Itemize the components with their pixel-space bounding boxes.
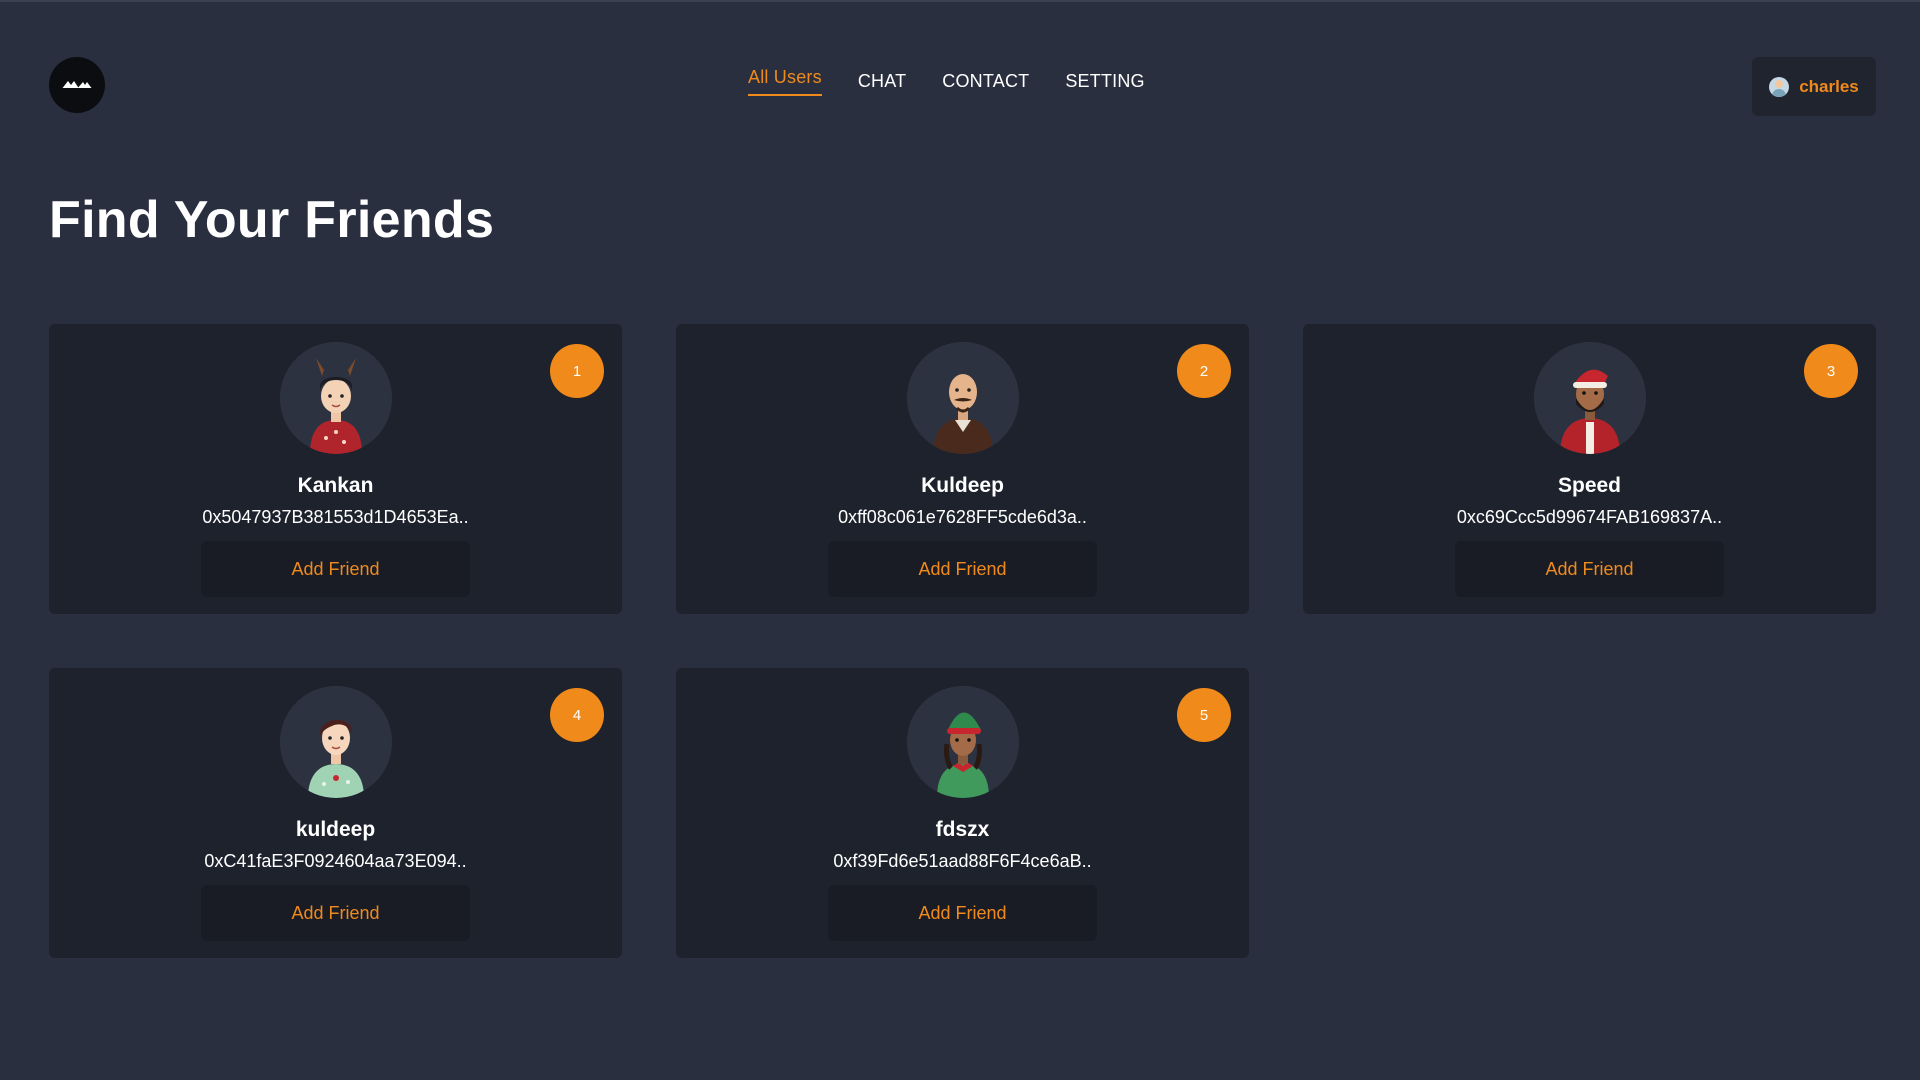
avatar bbox=[280, 342, 392, 454]
add-friend-button[interactable]: Add Friend bbox=[201, 541, 470, 597]
user-name: Kankan bbox=[297, 474, 374, 497]
user-card: 2 Kuldeep 0xff08c061e7628FF5cde6d3a.. Ad… bbox=[676, 324, 1249, 614]
wallet-address: 0xf39Fd6e51aad88F6F4ce6aB.. bbox=[833, 851, 1092, 871]
avatar bbox=[280, 686, 392, 798]
nav-chat[interactable]: CHAT bbox=[858, 70, 906, 100]
wallet-address: 0x5047937B381553d1D4653Ea.. bbox=[202, 507, 469, 527]
wallet-address: 0xC41faE3F0924604aa73E094.. bbox=[204, 851, 467, 871]
add-friend-button[interactable]: Add Friend bbox=[828, 885, 1097, 941]
user-name: charles bbox=[1799, 76, 1859, 96]
nav-setting[interactable]: SETTING bbox=[1065, 70, 1144, 100]
user-card: 1 Kankan 0x5047937B381553d1D4653Ea.. Add… bbox=[49, 324, 622, 614]
add-friend-button[interactable]: Add Friend bbox=[1455, 541, 1724, 597]
page-title: Find Your Friends bbox=[49, 191, 495, 249]
user-name: fdszx bbox=[935, 818, 990, 841]
wallet-address: 0xff08c061e7628FF5cde6d3a.. bbox=[838, 507, 1087, 527]
user-name: Kuldeep bbox=[921, 474, 1004, 497]
avatar bbox=[1534, 342, 1646, 454]
page: All Users CHAT CONTACT SETTING charles F… bbox=[0, 0, 1920, 1080]
rank-badge: 4 bbox=[550, 688, 604, 742]
add-friend-button[interactable]: Add Friend bbox=[201, 885, 470, 941]
elf-hat-avatar-icon bbox=[907, 686, 1019, 798]
bald-mustache-avatar-icon bbox=[907, 342, 1019, 454]
header: All Users CHAT CONTACT SETTING charles bbox=[0, 2, 1920, 172]
rank-badge: 1 bbox=[550, 344, 604, 398]
rank-badge: 2 bbox=[1177, 344, 1231, 398]
add-friend-button[interactable]: Add Friend bbox=[828, 541, 1097, 597]
mountain-logo-icon bbox=[59, 81, 95, 90]
logo[interactable] bbox=[49, 57, 105, 113]
green-sweater-avatar-icon bbox=[280, 686, 392, 798]
user-card: 3 Speed 0xc69Ccc5d99674FAB169837A.. Add … bbox=[1303, 324, 1876, 614]
wallet-address: 0xc69Ccc5d99674FAB169837A.. bbox=[1456, 507, 1723, 527]
rank-badge: 5 bbox=[1177, 688, 1231, 742]
reindeer-sweater-avatar-icon bbox=[280, 342, 392, 454]
nav-all-users[interactable]: All Users bbox=[748, 66, 822, 96]
main-nav: All Users CHAT CONTACT SETTING bbox=[748, 67, 1145, 100]
avatar bbox=[907, 342, 1019, 454]
user-name: Speed bbox=[1557, 474, 1622, 497]
user-avatar-icon bbox=[1769, 76, 1790, 97]
user-card: 5 fdszx 0xf39Fd6e51aad88F6F4ce6aB.. Add … bbox=[676, 668, 1249, 958]
user-card: 4 kuldeep 0xC41faE3F0924604aa73E094.. Ad… bbox=[49, 668, 622, 958]
user-card-grid: 1 Kankan 0x5047937B381553d1D4653Ea.. Add… bbox=[49, 324, 1876, 958]
avatar bbox=[907, 686, 1019, 798]
nav-contact[interactable]: CONTACT bbox=[942, 70, 1029, 100]
user-account-button[interactable]: charles bbox=[1752, 57, 1876, 116]
user-name: kuldeep bbox=[295, 818, 376, 841]
santa-hat-beard-avatar-icon bbox=[1534, 342, 1646, 454]
rank-badge: 3 bbox=[1804, 344, 1858, 398]
